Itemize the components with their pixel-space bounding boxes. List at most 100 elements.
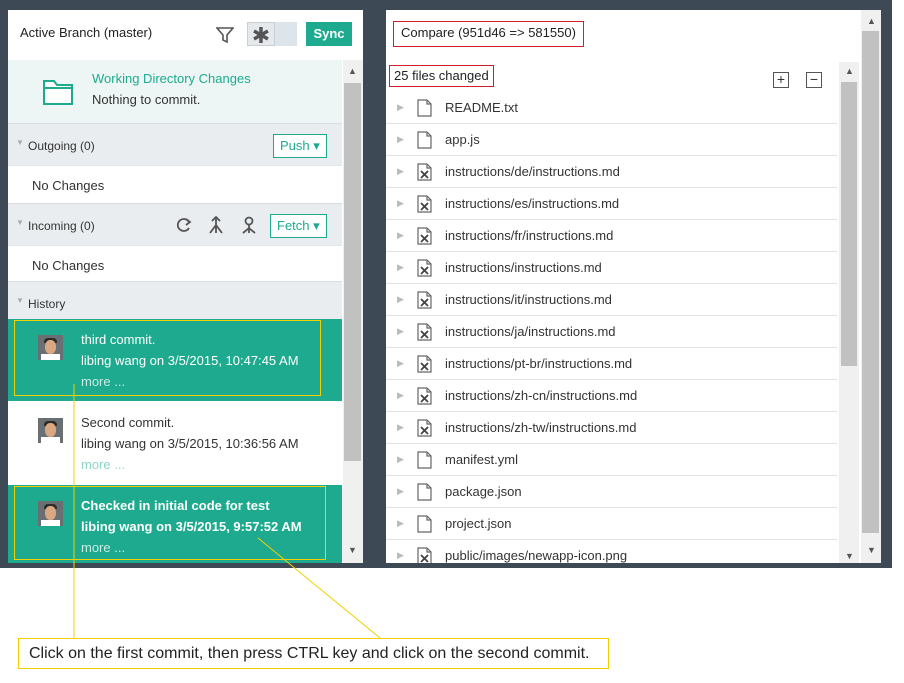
file-row[interactable]: ▶ package.json: [386, 476, 837, 508]
file-name: instructions/fr/instructions.md: [445, 228, 614, 243]
sync-button[interactable]: Sync: [306, 22, 352, 46]
file-deleted-icon: [417, 163, 432, 181]
file-deleted-icon: [417, 195, 432, 213]
commit-highlight-box: [14, 486, 326, 560]
outgoing-empty-text: No Changes: [32, 178, 105, 193]
history-section-header[interactable]: ▼ History: [8, 281, 342, 319]
expand-caret-icon[interactable]: ▶: [397, 518, 404, 529]
file-name: package.json: [445, 484, 522, 499]
expand-all-icon[interactable]: +: [773, 72, 789, 88]
file-icon: [417, 483, 432, 501]
files-changed-count: 25 files changed: [389, 65, 494, 87]
scroll-up-arrow-icon[interactable]: ▲: [867, 16, 876, 26]
scroll-down-arrow-icon[interactable]: ▼: [348, 545, 357, 555]
incoming-empty-text: No Changes: [32, 258, 105, 273]
file-deleted-icon: [417, 419, 432, 437]
file-deleted-icon: [417, 259, 432, 277]
file-row[interactable]: ▶ public/images/newapp-icon.png: [386, 540, 837, 563]
expand-caret-icon[interactable]: ▶: [397, 358, 404, 369]
toggle-track[interactable]: [275, 22, 297, 46]
push-button[interactable]: Push ▾: [273, 134, 327, 158]
file-icon: [417, 99, 432, 117]
outgoing-label: Outgoing (0): [28, 139, 95, 153]
expand-caret-icon[interactable]: ▶: [397, 198, 404, 209]
expand-caret-icon[interactable]: ▶: [397, 262, 404, 273]
compare-panel: + − ▶ README.txt ▶ app.js ▶ instructions/de/i…: [386, 10, 861, 563]
history-label: History: [28, 297, 66, 311]
file-deleted-icon: [417, 291, 432, 309]
file-row[interactable]: ▶ instructions/zh-tw/instructions.md: [386, 412, 837, 444]
expand-caret-icon[interactable]: ▶: [397, 486, 404, 497]
file-row[interactable]: ▶ instructions/pt-br/instructions.md: [386, 348, 837, 380]
instruction-callout: Click on the first commit, then press CT…: [18, 638, 609, 669]
file-name: README.txt: [445, 100, 518, 115]
right-outer-scrollbar-thumb[interactable]: [862, 31, 879, 533]
incoming-section-header[interactable]: ▼ Incoming (0) Fetch ▾: [8, 203, 342, 245]
file-name: instructions/zh-tw/instructions.md: [445, 420, 637, 435]
expand-caret-icon[interactable]: ▼: [16, 296, 24, 305]
commit-message: Second commit.: [81, 415, 175, 430]
commit-highlight-box: [14, 320, 321, 396]
file-row[interactable]: ▶ instructions/fr/instructions.md: [386, 220, 837, 252]
file-name: instructions/zh-cn/instructions.md: [445, 388, 638, 403]
scroll-down-arrow-icon[interactable]: ▼: [867, 545, 876, 555]
file-row[interactable]: ▶ instructions/es/instructions.md: [386, 188, 837, 220]
active-branch-title: Active Branch (master): [20, 25, 153, 40]
expand-caret-icon[interactable]: ▶: [397, 102, 404, 113]
expand-caret-icon[interactable]: ▼: [16, 218, 24, 227]
expand-caret-icon[interactable]: ▶: [397, 134, 404, 145]
expand-caret-icon[interactable]: ▶: [397, 326, 404, 337]
expand-caret-icon[interactable]: ▶: [397, 390, 404, 401]
commit-author-date: libing wang on 3/5/2015, 10:36:56 AM: [81, 436, 299, 451]
file-row[interactable]: ▶ instructions/zh-cn/instructions.md: [386, 380, 837, 412]
expand-caret-icon[interactable]: ▶: [397, 294, 404, 305]
working-directory-changes[interactable]: Working Directory Changes Nothing to com…: [8, 60, 342, 123]
file-row[interactable]: ▶ instructions/de/instructions.md: [386, 156, 837, 188]
merge-icon[interactable]: [206, 215, 226, 235]
file-name: instructions/ja/instructions.md: [445, 324, 616, 339]
file-name: instructions/de/instructions.md: [445, 164, 620, 179]
expand-caret-icon[interactable]: ▶: [397, 230, 404, 241]
scroll-up-arrow-icon[interactable]: ▲: [348, 66, 357, 76]
file-name: project.json: [445, 516, 512, 531]
file-deleted-icon: [417, 323, 432, 341]
branch-header: Active Branch (master) ✱ Sync: [8, 10, 363, 60]
file-icon: [417, 515, 432, 533]
file-name: instructions/es/instructions.md: [445, 196, 620, 211]
file-row[interactable]: ▶ app.js: [386, 124, 837, 156]
file-name: instructions/pt-br/instructions.md: [445, 356, 633, 371]
rebase-icon[interactable]: [239, 215, 259, 235]
file-name: app.js: [445, 132, 480, 147]
file-icon: [417, 131, 432, 149]
file-name: manifest.yml: [445, 452, 518, 467]
file-list-scrollbar-thumb[interactable]: [841, 82, 857, 366]
file-name: instructions/instructions.md: [445, 260, 602, 275]
expand-caret-icon[interactable]: ▶: [397, 454, 404, 465]
file-row[interactable]: ▶ instructions/it/instructions.md: [386, 284, 837, 316]
file-icon: [417, 451, 432, 469]
compare-title: Compare (951d46 => 581550): [393, 21, 584, 47]
scroll-up-arrow-icon[interactable]: ▲: [845, 66, 854, 76]
git-status-panel: Active Branch (master) ✱ Sync Working Di…: [8, 10, 363, 563]
filter-icon[interactable]: [216, 26, 234, 44]
working-directory-title: Working Directory Changes: [92, 71, 251, 86]
file-row[interactable]: ▶ project.json: [386, 508, 837, 540]
expand-caret-icon[interactable]: ▶: [397, 166, 404, 177]
collapse-all-icon[interactable]: −: [806, 72, 822, 88]
file-row[interactable]: ▶ instructions/instructions.md: [386, 252, 837, 284]
left-scrollbar-thumb[interactable]: [344, 83, 361, 461]
sync-arrow-icon[interactable]: [174, 215, 194, 235]
fetch-button[interactable]: Fetch ▾: [270, 214, 327, 238]
expand-caret-icon[interactable]: ▶: [397, 550, 404, 561]
file-row[interactable]: ▶ README.txt: [386, 92, 837, 124]
expand-caret-icon[interactable]: ▼: [16, 138, 24, 147]
outgoing-section-header[interactable]: ▼ Outgoing (0) Push ▾: [8, 123, 342, 165]
file-row[interactable]: ▶ manifest.yml: [386, 444, 837, 476]
scroll-down-arrow-icon[interactable]: ▼: [845, 551, 854, 561]
asterisk-toggle-button[interactable]: ✱: [247, 22, 275, 48]
more-link[interactable]: more ...: [81, 457, 125, 472]
avatar: [38, 418, 63, 443]
file-row[interactable]: ▶ instructions/ja/instructions.md: [386, 316, 837, 348]
expand-caret-icon[interactable]: ▶: [397, 422, 404, 433]
commit-item-second[interactable]: Second commit. libing wang on 3/5/2015, …: [8, 402, 342, 484]
